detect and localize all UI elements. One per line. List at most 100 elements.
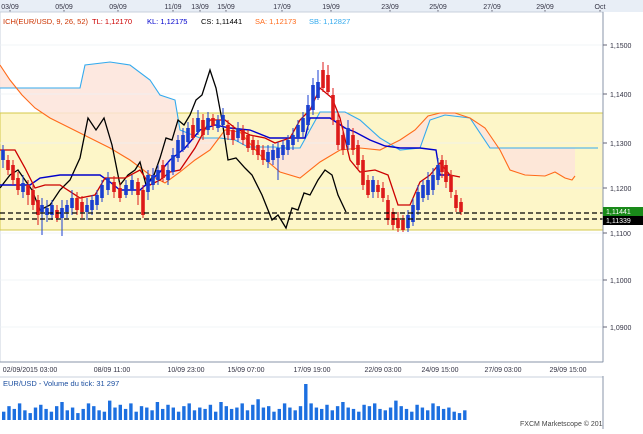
candle <box>130 180 134 190</box>
candle <box>356 145 360 165</box>
candle <box>416 192 420 210</box>
candle <box>181 135 185 150</box>
bottom-date-label: 08/09 11:00 <box>94 367 131 374</box>
volume-bar <box>410 411 414 420</box>
candle <box>231 130 235 140</box>
candle <box>65 205 69 212</box>
volume-bar <box>245 410 250 420</box>
top-date-label: 15/09 <box>217 4 235 11</box>
price-axis-label: 1,1100 <box>610 231 631 238</box>
volume-bar <box>457 413 462 420</box>
price-axis-label: 1,0900 <box>610 325 632 332</box>
legend-sb: SB: 1,12827 <box>309 17 350 26</box>
candle <box>301 118 305 132</box>
candle <box>40 205 44 212</box>
bottom-date-label: 15/09 07:00 <box>228 367 265 374</box>
volume-bar <box>108 400 112 420</box>
volume-bar <box>256 399 260 420</box>
candle <box>341 135 345 150</box>
legend-kl: KL: 1,12175 <box>147 17 187 26</box>
volume-bar <box>123 408 128 420</box>
volume-bar <box>92 406 96 420</box>
volume-bar <box>463 410 467 420</box>
volume-bar <box>441 408 446 420</box>
candle <box>286 140 290 150</box>
volume-bar <box>60 402 64 420</box>
candle <box>271 150 275 160</box>
volume-bar <box>235 407 239 420</box>
volume-bar <box>219 402 223 420</box>
volume-bar <box>129 403 133 420</box>
candle <box>444 165 448 182</box>
volume-bar <box>431 403 435 420</box>
bottom-date-label: 10/09 23:00 <box>168 367 205 374</box>
bottom-date-label: 02/09/2015 03:00 <box>3 367 58 374</box>
candle <box>351 135 355 150</box>
volume-bar <box>150 410 154 420</box>
volume-bar <box>330 410 334 420</box>
candle <box>6 160 10 170</box>
top-date-label: 29/09 <box>536 4 554 11</box>
volume-bar <box>12 408 16 420</box>
price-axis-label: 1,1500 <box>610 43 632 50</box>
candle <box>256 145 260 155</box>
candle <box>216 120 220 128</box>
volume-bar <box>362 404 366 420</box>
candle <box>266 152 270 162</box>
volume-bar <box>33 407 38 420</box>
volume-bar <box>81 408 85 420</box>
candle <box>376 185 380 192</box>
price-tags: 1,11441 1,11339 <box>603 207 643 225</box>
volume-bar <box>357 411 361 420</box>
candle <box>85 205 89 212</box>
candle <box>381 188 385 198</box>
candle <box>196 118 200 132</box>
top-date-label: 05/09 <box>55 4 73 11</box>
candle <box>31 190 35 205</box>
candle <box>331 95 335 120</box>
candle <box>454 195 458 208</box>
volume-bar <box>23 410 27 420</box>
candle <box>406 215 410 228</box>
chart-canvas[interactable]: 03/09 05/09 09/09 11/09 13/09 15/09 17/09 19/09… <box>0 0 643 429</box>
bottom-date-label: 17/09 19:00 <box>294 367 331 374</box>
volume-bar <box>426 410 430 420</box>
volume-bar <box>436 406 440 420</box>
candle <box>276 148 280 158</box>
volume-bar <box>399 406 403 420</box>
bottom-date-label: 22/09 03:00 <box>365 367 402 374</box>
candle <box>186 128 190 142</box>
volume-bar <box>267 406 271 420</box>
volume-bar <box>224 406 228 420</box>
price-axis-label: 1,1300 <box>610 141 632 148</box>
volume-bar <box>166 404 170 420</box>
volume-bar <box>229 408 234 420</box>
candle <box>45 208 49 215</box>
top-date-label: 27/09 <box>483 4 501 11</box>
volume-bar <box>325 404 329 420</box>
volume-bar <box>2 411 6 420</box>
candle <box>90 200 94 210</box>
volume-bar <box>192 410 197 420</box>
candle <box>426 180 430 195</box>
bottom-date-label: 27/09 03:00 <box>485 367 522 374</box>
candle <box>151 175 155 185</box>
volume-bar <box>55 406 59 420</box>
volume-bar <box>341 402 345 420</box>
volume-bar <box>351 408 356 420</box>
volume-bar <box>272 411 276 420</box>
volume-bar <box>378 408 382 420</box>
volume-bar <box>76 413 80 420</box>
volume-bar <box>134 411 138 420</box>
candle <box>346 128 350 145</box>
top-date-label: 17/09 <box>273 4 291 11</box>
volume-bar <box>49 411 54 420</box>
volume-bar <box>39 404 43 420</box>
volume-bar <box>251 404 255 420</box>
volume-bar <box>288 407 292 420</box>
top-date-label: 23/09 <box>381 4 399 11</box>
candle <box>366 180 370 195</box>
candle <box>440 160 444 172</box>
volume-bar <box>447 407 451 420</box>
candle <box>401 220 405 230</box>
